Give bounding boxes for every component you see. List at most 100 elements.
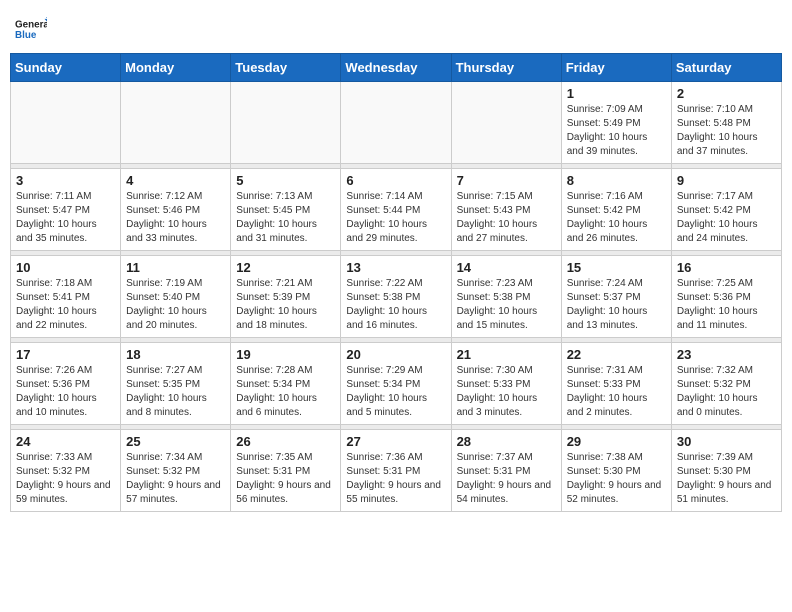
calendar-week-2: 3 Sunrise: 7:11 AM Sunset: 5:47 PM Daylig… [11, 169, 782, 251]
day-info: Sunrise: 7:12 AM Sunset: 5:46 PM Dayligh… [126, 190, 225, 246]
day-number: 22 [567, 347, 666, 362]
day-number: 12 [236, 260, 335, 275]
day-info: Sunrise: 7:19 AM Sunset: 5:40 PM Dayligh… [126, 277, 225, 333]
calendar-week-4: 17 Sunrise: 7:26 AM Sunset: 5:36 PM Dayli… [11, 343, 782, 425]
day-number: 27 [346, 434, 445, 449]
day-info: Sunrise: 7:37 AM Sunset: 5:31 PM Dayligh… [457, 451, 556, 507]
day-info: Sunrise: 7:34 AM Sunset: 5:32 PM Dayligh… [126, 451, 225, 507]
calendar-cell: 20Sunrise: 7:29 AM Sunset: 5:34 PM Dayli… [341, 343, 451, 425]
day-number: 16 [677, 260, 776, 275]
logo-svg: General Blue [15, 15, 47, 45]
day-number: 11 [126, 260, 225, 275]
calendar-cell [451, 82, 561, 164]
calendar-week-5: 24 Sunrise: 7:33 AM Sunset: 5:32 PM Dayli… [11, 430, 782, 512]
day-number: 13 [346, 260, 445, 275]
day-info: Sunrise: 7:25 AM Sunset: 5:36 PM Dayligh… [677, 277, 776, 333]
weekday-header-friday: Friday [561, 54, 671, 82]
day-number: 21 [457, 347, 556, 362]
day-info: Sunrise: 7:24 AM Sunset: 5:37 PM Dayligh… [567, 277, 666, 333]
calendar-cell: 15 Sunrise: 7:24 AM Sunset: 5:37 PM Dayli… [561, 256, 671, 338]
day-number: 18 [126, 347, 225, 362]
weekday-header-tuesday: Tuesday [231, 54, 341, 82]
day-number: 3 [16, 173, 115, 188]
day-info: Sunrise: 7:23 AM Sunset: 5:38 PM Dayligh… [457, 277, 556, 333]
day-info: Sunrise: 7:11 AM Sunset: 5:47 PM Dayligh… [16, 190, 115, 246]
calendar-cell [121, 82, 231, 164]
day-info: Sunrise: 7:32 AM Sunset: 5:32 PM Dayligh… [677, 364, 776, 420]
calendar-cell: 23 Sunrise: 7:32 AM Sunset: 5:32 PM Dayli… [671, 343, 781, 425]
weekday-header-thursday: Thursday [451, 54, 561, 82]
calendar-table: SundayMondayTuesdayWednesdayThursdayFrid… [10, 53, 782, 512]
day-number: 10 [16, 260, 115, 275]
day-number: 2 [677, 86, 776, 101]
calendar-cell: 17 Sunrise: 7:26 AM Sunset: 5:36 PM Dayli… [11, 343, 121, 425]
calendar-week-1: 1Sunrise: 7:09 AM Sunset: 5:49 PM Daylig… [11, 82, 782, 164]
calendar-cell: 5Sunrise: 7:13 AM Sunset: 5:45 PM Daylig… [231, 169, 341, 251]
calendar-cell: 14 Sunrise: 7:23 AM Sunset: 5:38 PM Dayli… [451, 256, 561, 338]
day-info: Sunrise: 7:15 AM Sunset: 5:43 PM Dayligh… [457, 190, 556, 246]
day-number: 14 [457, 260, 556, 275]
calendar-cell [341, 82, 451, 164]
calendar-cell: 16 Sunrise: 7:25 AM Sunset: 5:36 PM Dayli… [671, 256, 781, 338]
calendar-cell: 1Sunrise: 7:09 AM Sunset: 5:49 PM Daylig… [561, 82, 671, 164]
calendar-cell: 11 Sunrise: 7:19 AM Sunset: 5:40 PM Dayli… [121, 256, 231, 338]
calendar-cell [231, 82, 341, 164]
header: General Blue [10, 10, 782, 45]
day-info: Sunrise: 7:26 AM Sunset: 5:36 PM Dayligh… [16, 364, 115, 420]
day-number: 19 [236, 347, 335, 362]
svg-text:Blue: Blue [15, 30, 37, 41]
calendar-cell: 7Sunrise: 7:15 AM Sunset: 5:43 PM Daylig… [451, 169, 561, 251]
day-number: 8 [567, 173, 666, 188]
day-info: Sunrise: 7:28 AM Sunset: 5:34 PM Dayligh… [236, 364, 335, 420]
day-number: 15 [567, 260, 666, 275]
calendar-cell: 18 Sunrise: 7:27 AM Sunset: 5:35 PM Dayli… [121, 343, 231, 425]
day-info: Sunrise: 7:22 AM Sunset: 5:38 PM Dayligh… [346, 277, 445, 333]
day-info: Sunrise: 7:31 AM Sunset: 5:33 PM Dayligh… [567, 364, 666, 420]
day-info: Sunrise: 7:18 AM Sunset: 5:41 PM Dayligh… [16, 277, 115, 333]
calendar-cell: 19 Sunrise: 7:28 AM Sunset: 5:34 PM Dayli… [231, 343, 341, 425]
calendar-cell: 22 Sunrise: 7:31 AM Sunset: 5:33 PM Dayli… [561, 343, 671, 425]
day-info: Sunrise: 7:35 AM Sunset: 5:31 PM Dayligh… [236, 451, 335, 507]
calendar-cell: 3 Sunrise: 7:11 AM Sunset: 5:47 PM Daylig… [11, 169, 121, 251]
calendar-cell: 6 Sunrise: 7:14 AM Sunset: 5:44 PM Daylig… [341, 169, 451, 251]
weekday-header-sunday: Sunday [11, 54, 121, 82]
day-info: Sunrise: 7:36 AM Sunset: 5:31 PM Dayligh… [346, 451, 445, 507]
calendar-cell: 27 Sunrise: 7:36 AM Sunset: 5:31 PM Dayli… [341, 430, 451, 512]
day-number: 25 [126, 434, 225, 449]
day-number: 28 [457, 434, 556, 449]
day-number: 17 [16, 347, 115, 362]
day-number: 30 [677, 434, 776, 449]
calendar-cell: 10 Sunrise: 7:18 AM Sunset: 5:41 PM Dayli… [11, 256, 121, 338]
day-number: 23 [677, 347, 776, 362]
day-info: Sunrise: 7:29 AM Sunset: 5:34 PM Dayligh… [346, 364, 445, 420]
weekday-header-saturday: Saturday [671, 54, 781, 82]
day-info: Sunrise: 7:13 AM Sunset: 5:45 PM Dayligh… [236, 190, 335, 246]
day-info: Sunrise: 7:38 AM Sunset: 5:30 PM Dayligh… [567, 451, 666, 507]
day-info: Sunrise: 7:33 AM Sunset: 5:32 PM Dayligh… [16, 451, 115, 507]
calendar-cell: 9Sunrise: 7:17 AM Sunset: 5:42 PM Daylig… [671, 169, 781, 251]
day-info: Sunrise: 7:16 AM Sunset: 5:42 PM Dayligh… [567, 190, 666, 246]
day-info: Sunrise: 7:10 AM Sunset: 5:48 PM Dayligh… [677, 103, 776, 159]
calendar-week-3: 10 Sunrise: 7:18 AM Sunset: 5:41 PM Dayli… [11, 256, 782, 338]
day-info: Sunrise: 7:14 AM Sunset: 5:44 PM Dayligh… [346, 190, 445, 246]
calendar-cell: 30Sunrise: 7:39 AM Sunset: 5:30 PM Dayli… [671, 430, 781, 512]
calendar-cell [11, 82, 121, 164]
logo: General Blue [15, 15, 47, 45]
day-number: 26 [236, 434, 335, 449]
calendar-cell: 29 Sunrise: 7:38 AM Sunset: 5:30 PM Dayli… [561, 430, 671, 512]
calendar-cell: 2 Sunrise: 7:10 AM Sunset: 5:48 PM Daylig… [671, 82, 781, 164]
day-number: 24 [16, 434, 115, 449]
day-info: Sunrise: 7:21 AM Sunset: 5:39 PM Dayligh… [236, 277, 335, 333]
day-number: 29 [567, 434, 666, 449]
calendar-cell: 8 Sunrise: 7:16 AM Sunset: 5:42 PM Daylig… [561, 169, 671, 251]
calendar-cell: 4Sunrise: 7:12 AM Sunset: 5:46 PM Daylig… [121, 169, 231, 251]
day-number: 1 [567, 86, 666, 101]
day-info: Sunrise: 7:27 AM Sunset: 5:35 PM Dayligh… [126, 364, 225, 420]
day-number: 6 [346, 173, 445, 188]
calendar-cell: 25 Sunrise: 7:34 AM Sunset: 5:32 PM Dayli… [121, 430, 231, 512]
calendar-cell: 13 Sunrise: 7:22 AM Sunset: 5:38 PM Dayli… [341, 256, 451, 338]
weekday-header-wednesday: Wednesday [341, 54, 451, 82]
svg-text:General: General [15, 19, 47, 30]
calendar-cell: 21Sunrise: 7:30 AM Sunset: 5:33 PM Dayli… [451, 343, 561, 425]
calendar-cell: 12 Sunrise: 7:21 AM Sunset: 5:39 PM Dayli… [231, 256, 341, 338]
